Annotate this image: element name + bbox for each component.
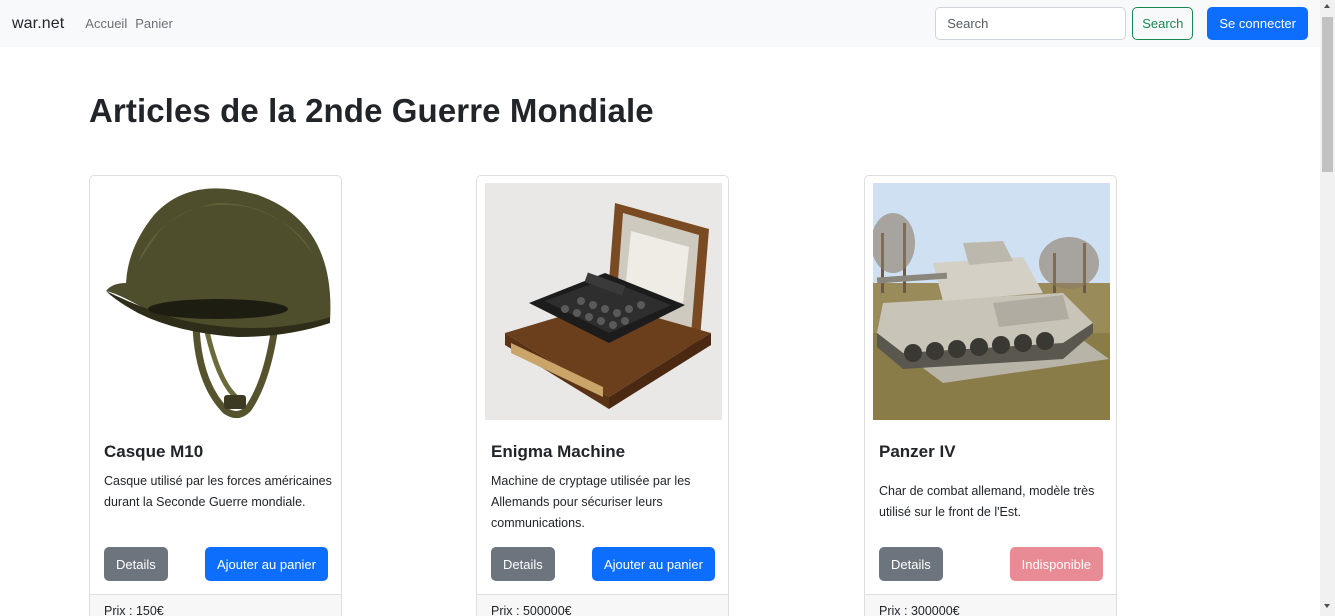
- product-price: Prix : 150€: [90, 594, 341, 616]
- product-title: Casque M10: [104, 442, 204, 461]
- nav-link-panier[interactable]: Panier: [135, 16, 173, 31]
- scroll-thumb[interactable]: [1322, 17, 1333, 172]
- details-button[interactable]: Details: [491, 547, 555, 581]
- unavailable-button[interactable]: Indisponible: [1009, 547, 1103, 581]
- nav-link-accueil[interactable]: Accueil: [85, 16, 127, 31]
- page-title: Articles de la 2nde Guerre Mondiale: [89, 92, 654, 129]
- navbar: war.net Accueil Panier Search Se connect…: [0, 0, 1320, 47]
- details-button[interactable]: Details: [879, 547, 943, 581]
- navbar-actions: Search Se connecter: [935, 7, 1308, 40]
- product-card-casque: Casque M10 Casque utilisé par les forces…: [89, 175, 342, 616]
- product-price: Prix : 500000€: [477, 594, 728, 616]
- product-image-enigma: [485, 183, 722, 420]
- product-image-helmet: [98, 183, 335, 420]
- scroll-down-arrow-icon[interactable]: [1324, 604, 1330, 608]
- product-card-panzer: Panzer IV Char de combat allemand, modèl…: [864, 175, 1117, 616]
- product-price: Prix : 300000€: [865, 594, 1116, 616]
- product-title: Enigma Machine: [491, 442, 626, 461]
- product-description: Char de combat allemand, modèle très uti…: [879, 484, 1095, 519]
- product-title: Panzer IV: [879, 442, 956, 461]
- details-button[interactable]: Details: [104, 547, 168, 581]
- product-image-panzer: [873, 183, 1110, 420]
- login-button[interactable]: Se connecter: [1207, 7, 1308, 40]
- product-card-enigma: Enigma Machine Machine de cryptage utili…: [476, 175, 729, 616]
- product-description: Machine de cryptage utilisée par les All…: [491, 474, 691, 530]
- product-description: Casque utilisé par les forces américaine…: [104, 474, 332, 509]
- scroll-up-arrow-icon[interactable]: [1324, 4, 1330, 8]
- add-to-cart-button[interactable]: Ajouter au panier: [591, 547, 715, 581]
- page-scrollbar[interactable]: [1320, 0, 1335, 616]
- search-button[interactable]: Search: [1132, 7, 1194, 40]
- brand-logo[interactable]: war.net: [12, 15, 64, 33]
- search-input[interactable]: [935, 7, 1127, 40]
- add-to-cart-button[interactable]: Ajouter au panier: [204, 547, 328, 581]
